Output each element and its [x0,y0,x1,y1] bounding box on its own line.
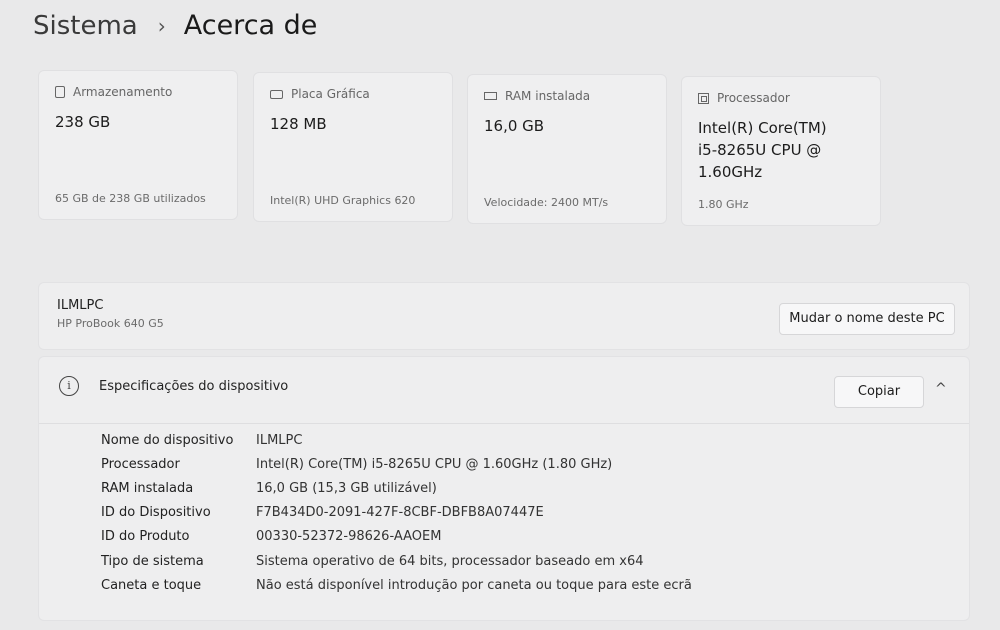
card-header: Placa Gráfica [270,87,436,101]
spec-value: Sistema operativo de 64 bits, processado… [256,554,644,569]
card-label: RAM instalada [505,89,591,103]
card-footnote: 65 GB de 238 GB utilizados [55,192,206,205]
card-label: Armazenamento [73,85,173,99]
card-header: Armazenamento [55,85,221,99]
breadcrumb: Sistema › Acerca de [33,10,317,41]
spec-value: 00330-52372-98626-AAOEM [256,529,442,544]
storage-icon [55,86,65,98]
card-footnote: Intel(R) UHD Graphics 620 [270,194,416,207]
breadcrumb-sistema[interactable]: Sistema [33,11,138,41]
graphics-card[interactable]: Placa Gráfica 128 MB Intel(R) UHD Graphi… [253,72,453,222]
graphics-card-icon [270,89,283,99]
page-title: Acerca de [183,10,318,41]
device-specs-title: Especificações do dispositivo [99,379,289,394]
card-header: Processador [698,91,864,105]
device-name: ILMLPC [57,298,104,313]
card-value: 238 GB [55,113,111,131]
card-header: RAM instalada [484,89,650,103]
spec-key: RAM instalada [101,481,194,496]
card-value-line: 1.60GHz [698,163,763,181]
card-value: Intel(R) Core(TM) i5-8265U CPU @ 1.60GHz [698,117,864,183]
card-footnote: 1.80 GHz [698,198,749,211]
chevron-up-icon[interactable]: ^ [935,381,947,397]
about-page: Sistema › Acerca de Armazenamento 238 GB… [0,0,1000,630]
spec-key: ID do Produto [101,529,190,544]
spec-key: Nome do dispositivo [101,433,234,448]
ram-card[interactable]: RAM instalada 16,0 GB Velocidade: 2400 M… [467,74,667,224]
processor-card[interactable]: Processador Intel(R) Core(TM) i5-8265U C… [681,76,881,226]
device-model: HP ProBook 640 G5 [57,317,164,330]
card-footnote: Velocidade: 2400 MT/s [484,196,609,209]
copy-button[interactable]: Copiar [834,376,924,408]
spec-value: ILMLPC [256,433,303,448]
spec-key: Tipo de sistema [101,554,204,569]
card-label: Processador [717,91,790,105]
spec-key: Caneta e toque [101,578,202,593]
processor-icon [698,92,709,104]
device-specs-panel: i Especificações do dispositivo Copiar ^… [38,356,970,621]
card-value: 16,0 GB [484,117,545,135]
card-label: Placa Gráfica [291,87,370,101]
spec-value: Não está disponível introdução por canet… [256,578,692,593]
storage-card[interactable]: Armazenamento 238 GB 65 GB de 238 GB uti… [38,70,238,220]
card-value-line: Intel(R) Core(TM) [698,119,827,137]
spec-key: Processador [101,457,180,472]
spec-value: Intel(R) Core(TM) i5-8265U CPU @ 1.60GHz… [256,457,613,472]
ram-icon [484,92,497,100]
spec-key: ID do Dispositivo [101,505,211,520]
card-value: 128 MB [270,115,327,133]
card-value-line: i5-8265U CPU @ [698,141,822,159]
device-specs-header[interactable]: i Especificações do dispositivo Copiar ^ [39,357,969,424]
spec-value: 16,0 GB (15,3 GB utilizável) [256,481,437,496]
rename-pc-button[interactable]: Mudar o nome deste PC [779,303,955,335]
device-name-panel: ILMLPC HP ProBook 640 G5 Mudar o nome de… [38,282,970,350]
chevron-right-icon: › [157,13,166,38]
info-icon: i [59,376,79,396]
spec-value: F7B434D0-2091-427F-8CBF-DBFB8A07447E [256,505,544,520]
